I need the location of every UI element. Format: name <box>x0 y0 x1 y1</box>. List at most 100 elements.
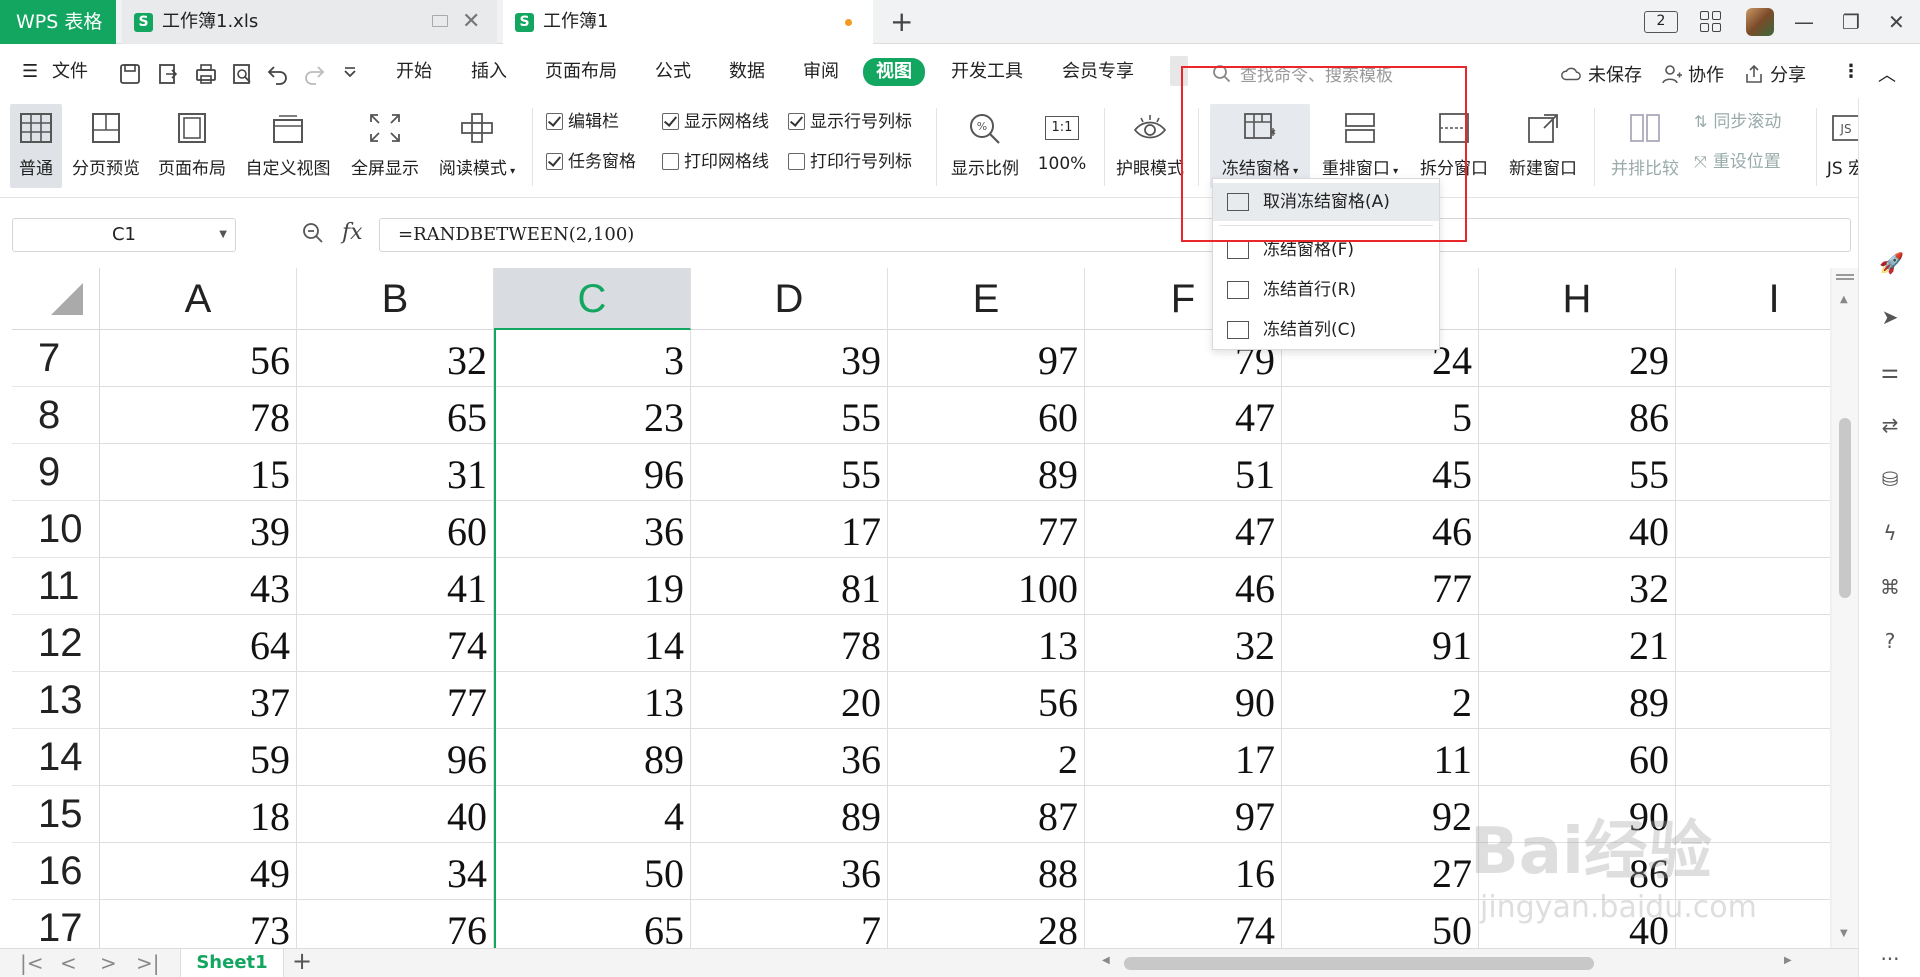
table-cell[interactable]: 46 <box>1282 501 1479 558</box>
table-cell[interactable]: 56 <box>888 672 1085 729</box>
new-window-button[interactable]: 新建窗口 <box>1502 104 1584 188</box>
row-header[interactable]: 16 <box>12 843 100 900</box>
row-header[interactable]: 14 <box>12 729 100 786</box>
table-cell[interactable]: 15 <box>100 444 297 501</box>
name-box-dropdown-icon[interactable]: ▼ <box>219 219 227 251</box>
table-cell[interactable]: 23 <box>494 387 691 444</box>
undo-icon[interactable] <box>266 62 290 86</box>
menu-formula[interactable]: 公式 <box>655 61 691 83</box>
task-pane-checkbox[interactable]: 任务窗格 <box>546 150 636 174</box>
scroll-left-icon[interactable]: ◀ <box>1102 955 1110 966</box>
prev-sheet-icon[interactable]: < <box>60 951 77 975</box>
menu-developer[interactable]: 开发工具 <box>951 61 1023 83</box>
vertical-scrollbar[interactable]: ▲ ▼ <box>1832 268 1858 948</box>
table-cell[interactable] <box>1676 444 1832 501</box>
table-cell[interactable]: 34 <box>297 843 494 900</box>
table-cell[interactable]: 29 <box>1479 330 1676 387</box>
table-cell[interactable]: 96 <box>297 729 494 786</box>
table-cell[interactable]: 7 <box>691 900 888 948</box>
split-handle-icon[interactable] <box>1836 274 1854 276</box>
table-cell[interactable]: 89 <box>494 729 691 786</box>
row-header[interactable]: 11 <box>12 558 100 615</box>
table-cell[interactable]: 18 <box>100 786 297 843</box>
adjust-icon[interactable]: ⚌ <box>1879 360 1901 382</box>
table-cell[interactable]: 81 <box>691 558 888 615</box>
table-cell[interactable]: 16 <box>1085 843 1282 900</box>
horizontal-scroll-thumb[interactable] <box>1124 957 1594 970</box>
help-icon[interactable]: ? <box>1879 630 1901 652</box>
menu-review[interactable]: 审阅 <box>803 61 839 83</box>
column-header-i[interactable]: I <box>1676 268 1832 330</box>
wps-brand-tab[interactable]: WPS 表格 <box>0 0 116 44</box>
collapse-ribbon-icon[interactable]: ︿ <box>1878 61 1896 87</box>
save-icon[interactable] <box>118 62 142 86</box>
search-icon[interactable] <box>1212 64 1232 84</box>
more-options-icon[interactable]: ⋮ <box>1842 61 1860 82</box>
hamburger-icon[interactable]: ☰ <box>22 61 38 83</box>
table-cell[interactable]: 36 <box>691 729 888 786</box>
menu-file[interactable]: 文件 <box>52 61 88 83</box>
restore-icon[interactable]: ❐ <box>1842 0 1860 44</box>
table-cell[interactable]: 2 <box>888 729 1085 786</box>
reset-position-button[interactable]: ⤧ 重设位置 <box>1694 150 1781 174</box>
table-cell[interactable]: 40 <box>1479 501 1676 558</box>
page-layout-button[interactable]: 页面布局 <box>154 104 230 188</box>
table-cell[interactable]: 76 <box>297 900 494 948</box>
rearrange-windows-button[interactable]: 重排窗口 ▾ <box>1316 104 1404 188</box>
table-cell[interactable]: 74 <box>297 615 494 672</box>
insert-function-icon[interactable]: fx <box>342 220 363 245</box>
freeze-panes-button[interactable]: 冻结窗格 ▾ <box>1210 104 1310 188</box>
row-header[interactable]: 8 <box>12 387 100 444</box>
unfreeze-panes-item[interactable]: 取消冻结窗格(A) <box>1213 183 1439 221</box>
table-cell[interactable]: 97 <box>1085 786 1282 843</box>
table-cell[interactable]: 9 <box>1676 729 1832 786</box>
menu-home[interactable]: 开始 <box>396 61 432 83</box>
table-cell[interactable]: 50 <box>494 843 691 900</box>
freeze-panes-item[interactable]: 冻结窗格(F) <box>1213 231 1439 269</box>
formula-input[interactable]: =RANDBETWEEN(2,100) <box>379 218 1851 252</box>
table-cell[interactable]: 31 <box>297 444 494 501</box>
table-cell[interactable]: 37 <box>100 672 297 729</box>
table-cell[interactable]: 60 <box>297 501 494 558</box>
page-break-preview-button[interactable]: 分页预览 <box>68 104 144 188</box>
menu-member[interactable]: 会员专享 <box>1062 61 1134 83</box>
more-icon[interactable]: ··· <box>1879 948 1901 970</box>
table-cell[interactable]: 87 <box>888 786 1085 843</box>
table-cell[interactable]: 91 <box>1282 615 1479 672</box>
table-cell[interactable] <box>1676 501 1832 558</box>
column-header-d[interactable]: D <box>691 268 888 330</box>
table-cell[interactable]: 36 <box>494 501 691 558</box>
last-sheet-icon[interactable]: >| <box>136 951 160 975</box>
table-cell[interactable]: 39 <box>691 330 888 387</box>
freeze-first-column-item[interactable]: 冻结首列(C) <box>1213 311 1439 349</box>
table-cell[interactable]: 28 <box>888 900 1085 948</box>
print-gridlines-checkbox[interactable]: 打印网格线 <box>662 150 769 174</box>
select-all-corner[interactable] <box>12 268 100 330</box>
table-cell[interactable]: 41 <box>297 558 494 615</box>
print-headings-checkbox[interactable]: 打印行号列标 <box>788 150 912 174</box>
table-cell[interactable]: 78 <box>100 387 297 444</box>
table-cell[interactable]: 74 <box>1085 900 1282 948</box>
table-cell[interactable]: 49 <box>100 843 297 900</box>
table-cell[interactable]: 96 <box>494 444 691 501</box>
table-cell[interactable]: 51 <box>1085 444 1282 501</box>
table-cell[interactable]: 77 <box>1282 558 1479 615</box>
table-cell[interactable]: 27 <box>1282 843 1479 900</box>
table-cell[interactable]: 45 <box>1282 444 1479 501</box>
table-cell[interactable]: 11 <box>1282 729 1479 786</box>
table-cell[interactable]: 78 <box>691 615 888 672</box>
table-cell[interactable]: 36 <box>691 843 888 900</box>
table-cell[interactable]: 89 <box>888 444 1085 501</box>
table-cell[interactable]: 90 <box>1085 672 1282 729</box>
scroll-up-icon[interactable]: ▲ <box>1840 294 1848 305</box>
zoom-100-button[interactable]: 1:1 100% <box>1032 104 1092 188</box>
column-header-b[interactable]: B <box>297 268 494 330</box>
table-cell[interactable]: 64 <box>100 615 297 672</box>
minimize-icon[interactable]: — <box>1794 0 1814 44</box>
table-cell[interactable]: 2 <box>1676 672 1832 729</box>
column-header-c[interactable]: C <box>494 268 691 330</box>
redo-icon[interactable] <box>302 62 326 86</box>
table-cell[interactable]: 19 <box>494 558 691 615</box>
ribbon-scroll-handle[interactable] <box>1170 56 1188 86</box>
table-cell[interactable]: 47 <box>1085 387 1282 444</box>
